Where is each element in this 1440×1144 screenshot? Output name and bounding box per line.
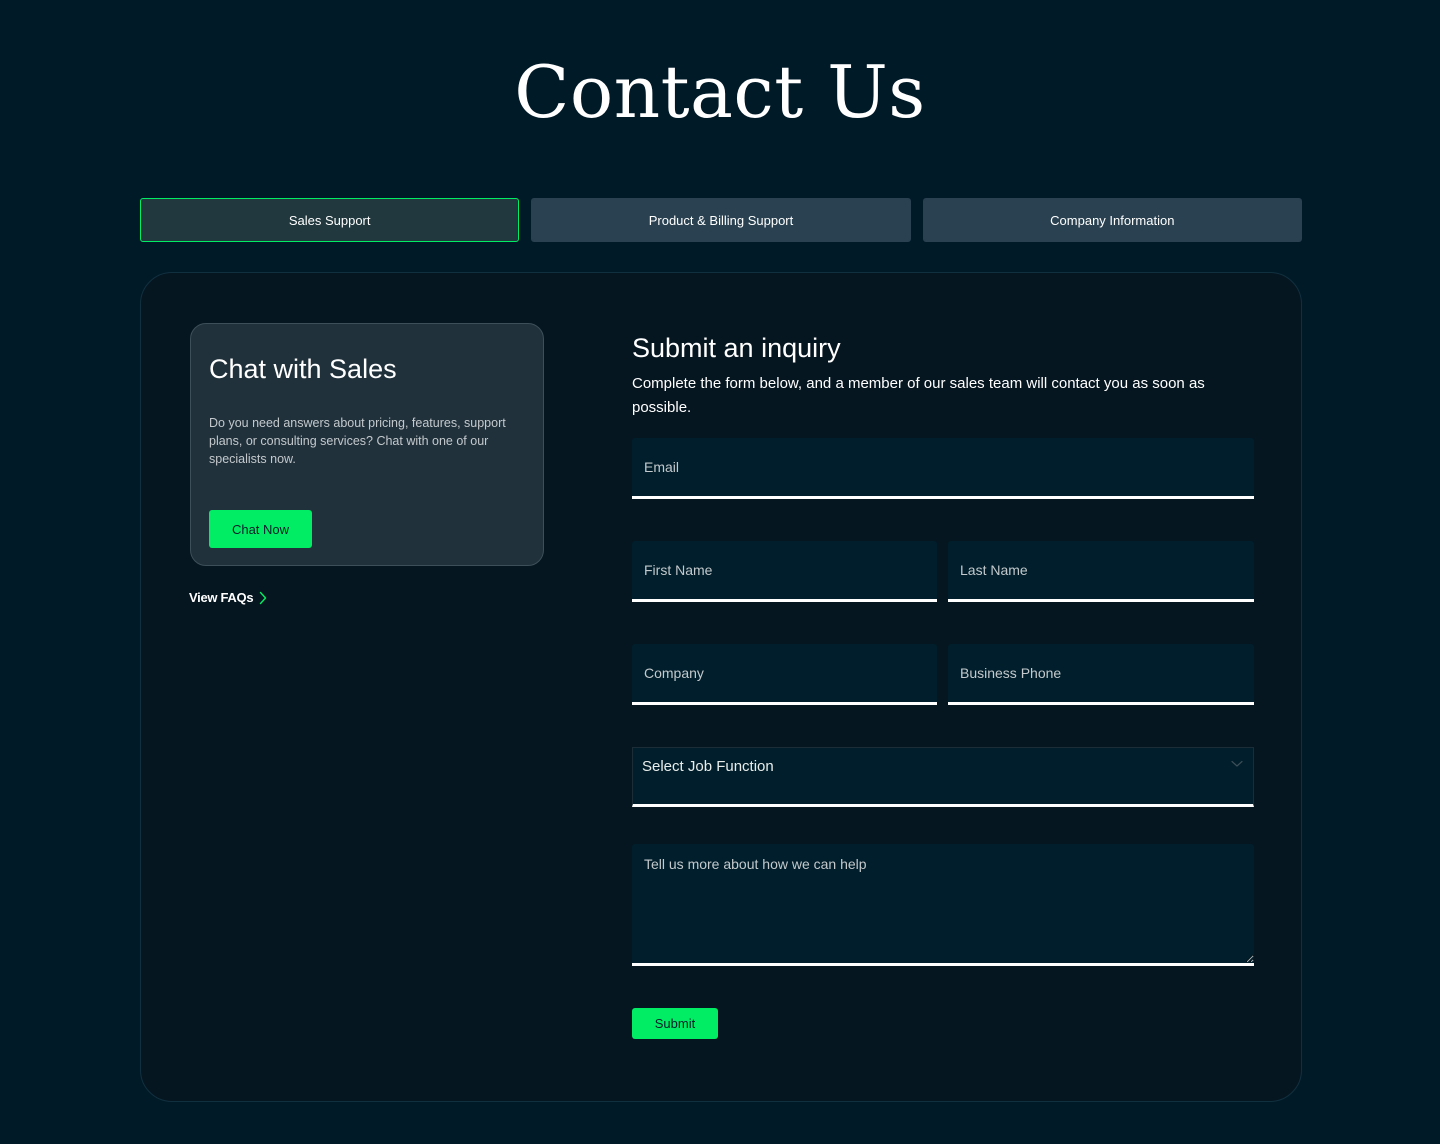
chevron-right-icon: [260, 591, 267, 604]
chat-now-button[interactable]: Chat Now: [209, 510, 312, 548]
email-input[interactable]: [632, 438, 1254, 499]
view-faqs-label: View FAQs: [189, 590, 254, 605]
chat-title: Chat with Sales: [209, 354, 397, 384]
chevron-down-icon: [1231, 760, 1243, 767]
tab-company-information[interactable]: Company Information: [922, 198, 1302, 242]
chat-with-sales-box: Chat with Sales Do you need answers abou…: [190, 323, 544, 566]
page-title: Contact Us: [514, 50, 926, 134]
tab-sales-support[interactable]: Sales Support: [140, 198, 520, 242]
company-input[interactable]: [632, 644, 937, 705]
tab-bar: Sales Support Product & Billing Support …: [140, 198, 1302, 242]
view-faqs-link[interactable]: View FAQs: [189, 590, 267, 605]
job-function-select[interactable]: Select Job Function: [632, 747, 1254, 807]
tab-product-billing-support[interactable]: Product & Billing Support: [531, 198, 911, 242]
contact-card: Chat with Sales Do you need answers abou…: [140, 272, 1302, 1102]
last-name-input[interactable]: [948, 541, 1254, 602]
inquiry-title: Submit an inquiry: [632, 333, 841, 363]
inquiry-description: Complete the form below, and a member of…: [632, 375, 1205, 416]
message-textarea[interactable]: [632, 844, 1254, 966]
business-phone-input[interactable]: [948, 644, 1254, 705]
first-name-input[interactable]: [632, 541, 937, 602]
chat-description: Do you need answers about pricing, featu…: [209, 416, 506, 466]
job-function-label: Select Job Function: [642, 758, 774, 775]
submit-button[interactable]: Submit: [632, 1008, 718, 1039]
